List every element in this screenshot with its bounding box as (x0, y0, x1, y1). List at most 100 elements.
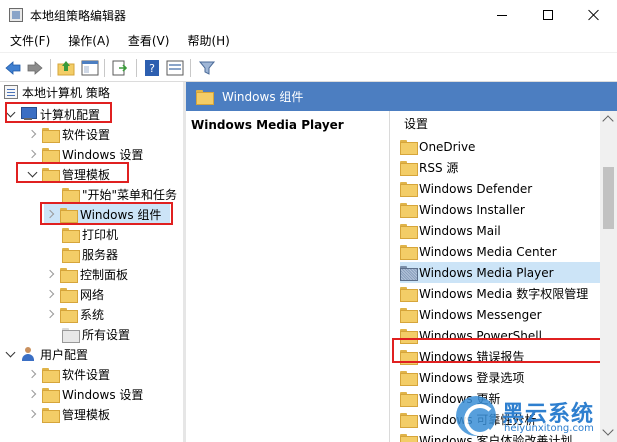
properties-icon[interactable] (166, 59, 184, 77)
folder-icon (62, 227, 80, 243)
list-item[interactable]: OneDrive (400, 136, 475, 157)
tree-item-all-settings[interactable]: 所有设置 (62, 324, 130, 344)
list-item-label: Windows Media 数字权限管理 (419, 287, 589, 301)
tree-item-label: 用户配置 (40, 347, 89, 362)
collapse-icon[interactable] (26, 388, 38, 400)
folder-icon (400, 371, 418, 386)
collapse-icon[interactable] (26, 368, 38, 380)
collapse-icon[interactable] (44, 308, 56, 320)
folder-icon (60, 287, 78, 303)
tree-item-control-panel[interactable]: 控制面板 (44, 264, 128, 284)
watermark: 黑云系统 heiyunxitong.com (456, 392, 617, 442)
expand-icon[interactable] (26, 168, 38, 180)
maximize-button[interactable] (525, 0, 571, 30)
list-item[interactable]: Windows 登录选项 (400, 367, 524, 388)
show-hide-tree-icon[interactable] (81, 59, 99, 77)
svg-text:?: ? (149, 62, 155, 75)
folder-icon (400, 308, 418, 323)
folder-icon (42, 167, 60, 183)
list-item[interactable]: Windows Messenger (400, 304, 542, 325)
tree-item-computer-config[interactable]: 计算机配置 (4, 104, 100, 124)
tree-item-printers[interactable]: 打印机 (62, 224, 118, 244)
list-item-label: Windows Installer (419, 202, 525, 217)
folder-icon (60, 207, 78, 223)
tree-item-user-config[interactable]: 用户配置 (4, 344, 88, 364)
collapse-icon[interactable] (26, 148, 38, 160)
tree-item-start-menu[interactable]: "开始"菜单和任务 (62, 184, 177, 204)
filter-icon[interactable] (198, 59, 216, 77)
scroll-up-icon[interactable] (602, 115, 614, 127)
menu-file[interactable]: 文件(F) (0, 30, 58, 52)
tree-item-windows-components[interactable]: Windows 组件 (44, 204, 170, 224)
menu-view[interactable]: 查看(V) (118, 30, 178, 52)
tree-item-root[interactable]: 本地计算机 策略 (4, 82, 110, 102)
menu-help[interactable]: 帮助(H) (177, 30, 237, 52)
close-button[interactable] (571, 0, 617, 30)
expand-icon[interactable] (4, 348, 16, 360)
collapse-icon[interactable] (26, 408, 38, 420)
tree-item-admin-templates[interactable]: 管理模板 (26, 164, 110, 184)
back-icon[interactable] (4, 59, 22, 77)
tree-item-label: 打印机 (82, 227, 119, 242)
toolbar-separator (190, 59, 191, 77)
folder-icon (42, 127, 60, 143)
tree-item-label: 管理模板 (62, 407, 111, 422)
folder-icon (400, 140, 418, 155)
tree-item-label: "开始"菜单和任务 (82, 187, 178, 202)
list-item[interactable]: Windows Mail (400, 220, 501, 241)
minimize-button[interactable] (479, 0, 525, 30)
folder-icon (60, 267, 78, 283)
export-list-icon[interactable] (111, 59, 129, 77)
tree-item-label: 软件设置 (62, 127, 111, 142)
policy-document-icon (4, 85, 18, 99)
folder-icon (60, 307, 78, 323)
title-bar: 本地组策略编辑器 (0, 0, 617, 30)
tree-item-windows-settings[interactable]: Windows 设置 (26, 144, 143, 164)
scroll-thumb[interactable] (603, 167, 614, 229)
column-header-settings[interactable]: 设置 (404, 113, 428, 135)
list-item[interactable]: Windows Defender (400, 178, 532, 199)
list-item[interactable]: Windows Media Player (400, 262, 600, 283)
tree-item-label: Windows 设置 (62, 147, 144, 162)
menu-action[interactable]: 操作(A) (58, 30, 118, 52)
user-icon (20, 347, 36, 361)
collapse-icon[interactable] (44, 208, 56, 220)
folder-icon (400, 287, 418, 302)
settings-folder-icon (62, 327, 80, 343)
tree-item-user-admin-templates[interactable]: 管理模板 (26, 404, 110, 424)
collapse-icon[interactable] (44, 268, 56, 280)
minimize-icon (497, 14, 507, 16)
list-item[interactable]: Windows 错误报告 (400, 346, 524, 367)
tree-item-software-settings[interactable]: 软件设置 (26, 124, 110, 144)
list-item[interactable]: Windows Media Center (400, 241, 557, 262)
toolbar: ? (0, 52, 617, 82)
list-item[interactable]: Windows Media 数字权限管理 (400, 283, 588, 304)
folder-icon (400, 434, 418, 442)
tree-item-network[interactable]: 网络 (44, 284, 104, 304)
up-folder-icon[interactable] (57, 59, 75, 77)
tree-item-system[interactable]: 系统 (44, 304, 104, 324)
folder-icon (196, 90, 214, 105)
expand-icon[interactable] (4, 108, 16, 120)
help-icon[interactable]: ? (143, 59, 161, 77)
list-item[interactable]: Windows PowerShell (400, 325, 542, 346)
list-item-label: Windows Messenger (419, 307, 542, 322)
toolbar-separator (136, 59, 137, 77)
forward-icon[interactable] (26, 59, 44, 77)
details-header-title: Windows 组件 (222, 90, 304, 104)
list-item-label: Windows 错误报告 (419, 350, 525, 364)
list-item[interactable]: RSS 源 (400, 157, 458, 178)
list-item-label: RSS 源 (419, 161, 459, 175)
folder-icon (400, 161, 418, 176)
tree-item-user-software-settings[interactable]: 软件设置 (26, 364, 110, 384)
collapse-icon[interactable] (26, 128, 38, 140)
list-item-label: Windows PowerShell (419, 328, 542, 343)
collapse-icon[interactable] (44, 288, 56, 300)
toolbar-separator (104, 59, 105, 77)
list-item[interactable]: Windows Installer (400, 199, 525, 220)
app-icon (9, 8, 23, 22)
tree-item-servers[interactable]: 服务器 (62, 244, 118, 264)
folder-icon (62, 247, 80, 263)
navigation-tree: 本地计算机 策略 计算机配置 软件设置 Windows 设置 管理模板 "开始"… (0, 82, 183, 442)
tree-item-user-windows-settings[interactable]: Windows 设置 (26, 384, 143, 404)
